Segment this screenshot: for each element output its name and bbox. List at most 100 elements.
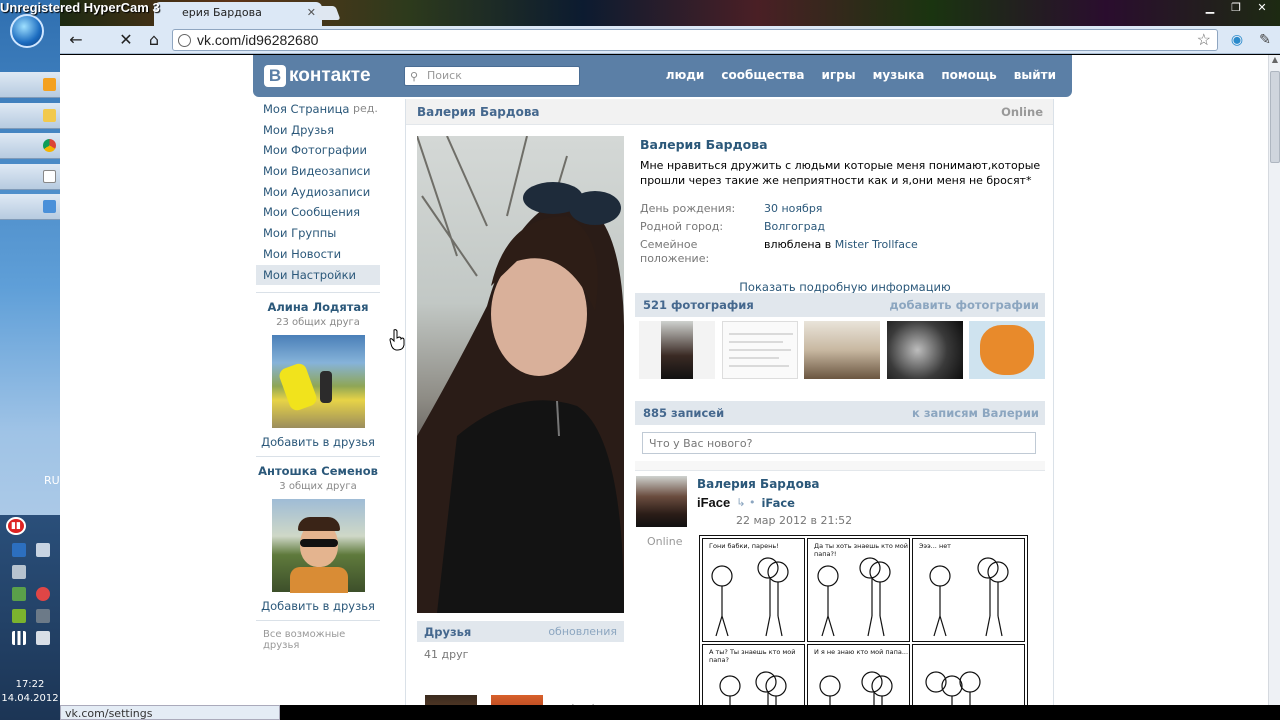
show-more-info-link[interactable]: Показать подробную информацию [640,280,1050,294]
wall-posts-link[interactable]: к записям Валерии [912,406,1039,420]
photo-thumb[interactable] [804,321,880,379]
family-person-link[interactable]: Mister Trollface [835,238,918,251]
taskbar-item[interactable] [0,164,60,190]
city-label: Родной город: [640,220,724,233]
suggestion-photo[interactable] [271,335,365,429]
back-icon[interactable]: ← [66,30,86,50]
add-friend-link[interactable]: Добавить в друзья [256,599,380,613]
add-photos-link[interactable]: добавить фотографии [889,298,1039,312]
menu-my-settings[interactable]: Мои Настройки [256,264,380,286]
profile-main: Валерия Бардова Online Друзья обновления… [405,99,1054,705]
post-author-avatar[interactable] [636,476,687,527]
status-bar-url: vk.com/settings [60,705,280,720]
friends-title[interactable]: Друзья [424,625,471,639]
close-window-icon[interactable]: ✕ [1250,0,1274,16]
taskbar-item[interactable] [0,194,60,220]
add-friend-link[interactable]: Добавить в друзья [256,435,380,449]
repost-source-link[interactable]: iFace [761,496,795,510]
nav-help[interactable]: помощь [941,68,996,82]
info-row-birthday: День рождения: 30 ноября [640,202,1050,216]
profile-status[interactable]: Мне нравиться дружить с людьми которые м… [640,158,1050,188]
network-icon[interactable] [36,631,50,645]
menu-my-audio[interactable]: Мои Аудиозаписи [256,182,380,203]
menu-my-news[interactable]: Мои Новости [256,244,380,265]
profile-photo[interactable] [417,136,624,613]
clock[interactable]: 17:22 14.04.2012 [0,678,60,706]
post-comic-image[interactable]: Гони бабки, парень! Да ты хоть знаешь кт… [699,535,1028,705]
tray-icon[interactable] [12,587,26,601]
restore-icon[interactable]: ❐ [1224,0,1248,16]
volume-icon[interactable] [36,543,50,557]
suggestion-name[interactable]: Антошка Семенов [256,464,380,478]
address-bar[interactable]: vk.com/id96282680 ☆ [172,29,1218,51]
friend-avatar[interactable] [557,695,609,705]
clock-date: 14.04.2012 [1,693,59,704]
friend-avatar[interactable] [425,695,477,705]
stop-icon[interactable]: ✕ [116,30,136,50]
birthday-value[interactable]: 30 ноября [764,202,822,216]
nav-games[interactable]: игры [822,68,856,82]
tray-icon[interactable] [36,587,50,601]
bookmark-star-icon[interactable]: ☆ [1197,30,1211,50]
photo-thumb[interactable] [969,321,1045,379]
online-status: Online [1001,105,1043,119]
scrollbar-thumb[interactable] [1270,71,1280,163]
tray-icon[interactable] [12,565,26,579]
taskbar-item[interactable] [0,133,60,159]
clock-time: 17:22 [15,679,45,690]
minimize-icon[interactable]: ▁ [1198,0,1222,16]
comic-panel: Гони бабки, парень! [702,538,805,642]
wall-post-input[interactable]: Что у Вас нового? [642,432,1036,454]
tray-icon[interactable] [12,609,26,623]
wrench-icon[interactable]: ✎ [1256,31,1274,49]
search-input[interactable]: ⚲ Поиск [404,66,580,86]
city-value[interactable]: Волгоград [764,220,825,234]
wall-input-placeholder: Что у Вас нового? [649,437,753,450]
divider [256,456,380,458]
friend-avatar[interactable] [491,695,543,705]
suggestion-photo[interactable] [271,499,365,594]
post-date[interactable]: 22 мар 2012 в 21:52 [736,514,852,527]
signal-icon[interactable] [12,631,26,645]
comic-text: Гони бабки, парень! [709,542,779,550]
page-scrollbar[interactable]: ▲ [1268,55,1280,705]
menu-my-messages[interactable]: Мои Сообщения [256,202,380,223]
menu-my-videos[interactable]: Мои Видеозаписи [256,161,380,182]
recorder-watermark: Unregistered HyperCam 3 [0,0,160,15]
taskbar-item[interactable] [0,103,60,129]
photo-thumb[interactable] [639,321,715,379]
vk-logo[interactable]: В контакте [264,65,371,87]
post-app-line: iFace ↳ • iFace [697,495,795,510]
photos-count[interactable]: 521 фотография [643,298,754,312]
photo-thumb[interactable] [886,321,963,379]
menu-my-friends[interactable]: Мои Друзья [256,120,380,141]
record-pause-icon[interactable]: ▮▮ [6,517,26,535]
edit-link[interactable]: ред. [353,99,378,119]
language-indicator[interactable]: RU [44,474,60,487]
browser-tab[interactable]: ерия Бардова ✕ [154,2,322,26]
home-icon[interactable]: ⌂ [144,30,164,50]
all-possible-friends-link[interactable]: Все возможные друзья [256,629,380,651]
page-title: Валерия Бардова [417,105,540,119]
extension-icon[interactable]: ◉ [1228,31,1246,49]
scroll-up-icon[interactable]: ▲ [1269,55,1280,69]
friends-updates-link[interactable]: обновления [548,625,617,638]
suggestion-name[interactable]: Алина Лодятая [256,300,380,314]
new-tab-button[interactable] [313,6,341,20]
menu-my-photos[interactable]: Мои Фотографии [256,140,380,161]
nav-communities[interactable]: сообщества [721,68,804,82]
photo-thumb[interactable] [721,321,798,379]
post-author-name[interactable]: Валерия Бардова [697,477,820,491]
vk-header: В контакте ⚲ Поиск люди сообщества игры … [253,55,1072,97]
nav-music[interactable]: музыка [873,68,925,82]
wall-count[interactable]: 885 записей [643,406,724,420]
comic-panel: Да ты хоть знаешь кто мой папа?! [807,538,910,642]
taskbar-item[interactable] [0,72,60,98]
iface-app-name[interactable]: iFace [697,495,730,510]
tray-icon[interactable] [36,609,50,623]
menu-my-groups[interactable]: Мои Группы [256,223,380,244]
windows-start-button[interactable] [10,14,44,48]
tray-icon[interactable] [12,543,26,557]
nav-people[interactable]: люди [666,68,705,82]
nav-logout[interactable]: выйти [1014,68,1056,82]
